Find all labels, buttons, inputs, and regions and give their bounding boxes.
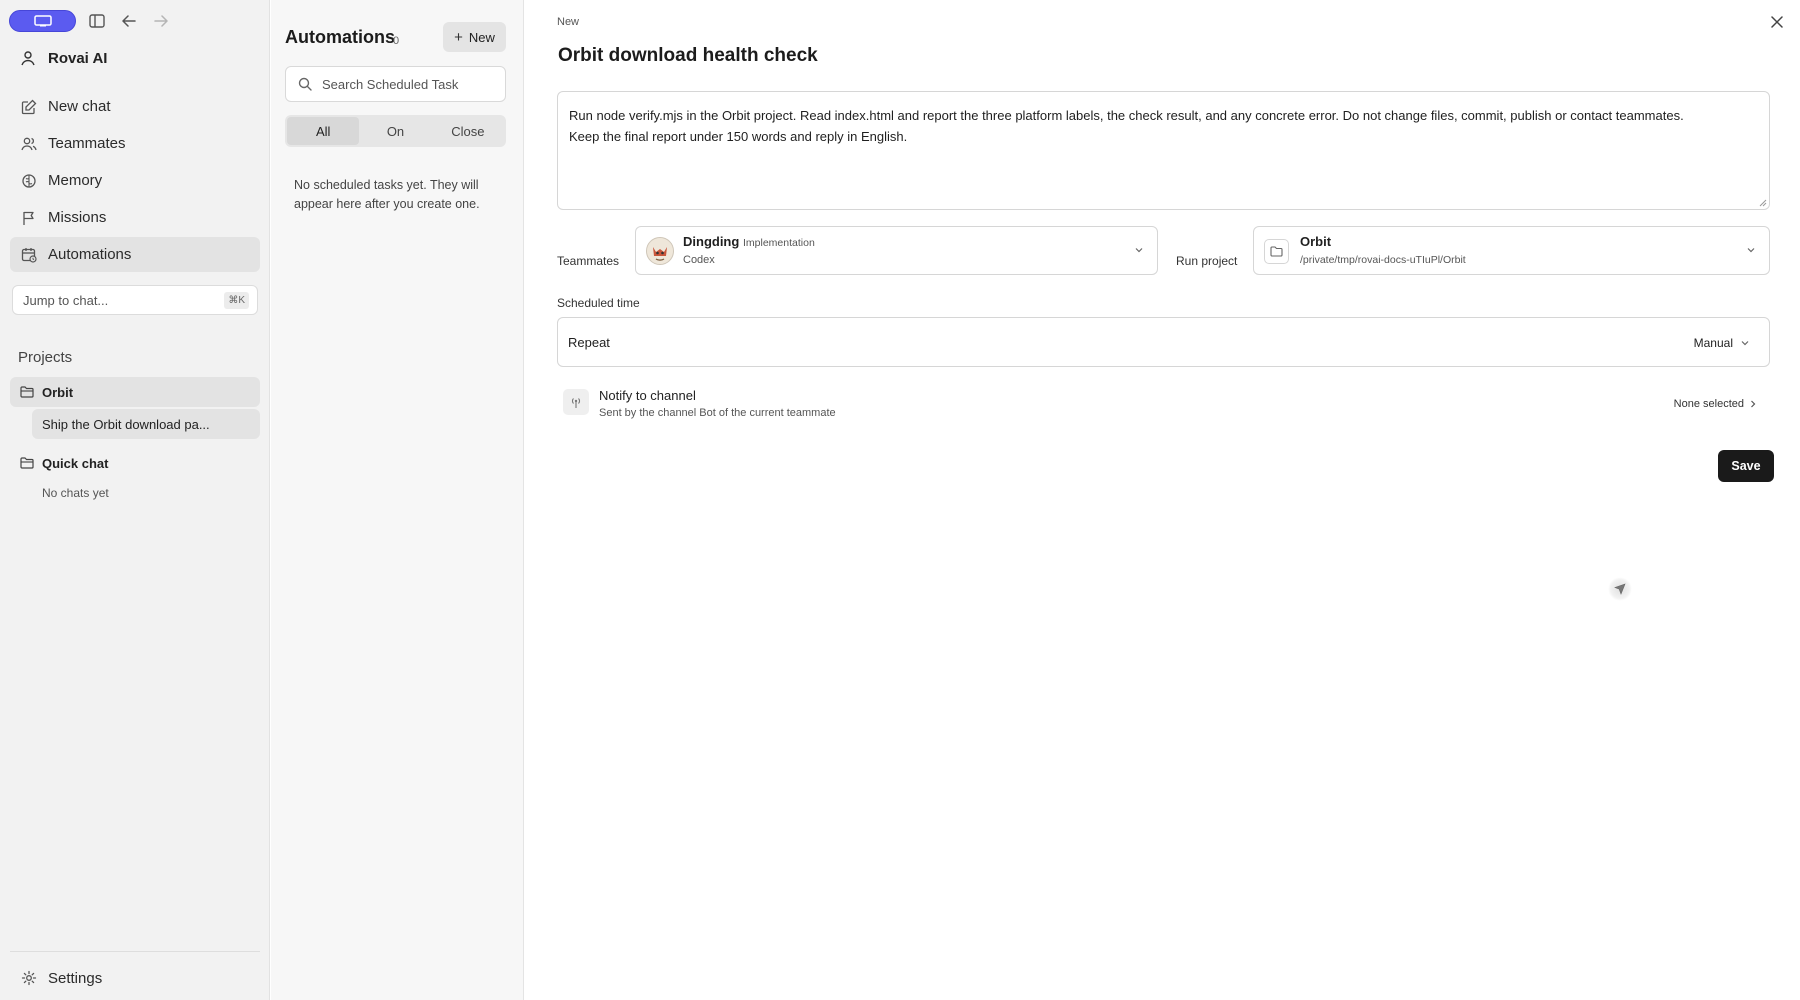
nav-memory[interactable]: Memory bbox=[10, 163, 260, 198]
folder-open-icon bbox=[20, 385, 34, 399]
nav-missions[interactable]: Missions bbox=[10, 200, 260, 235]
nav-label: Automations bbox=[48, 246, 132, 263]
filter-segmented-control: All On Close bbox=[285, 115, 506, 147]
new-label: New bbox=[468, 29, 495, 45]
automations-count: 0 bbox=[393, 35, 400, 47]
prompt-textarea[interactable]: Run node verify.mjs in the Orbit project… bbox=[557, 91, 1770, 210]
users-icon bbox=[21, 136, 37, 152]
filter-on[interactable]: On bbox=[359, 117, 431, 145]
task-title[interactable]: Orbit download health check bbox=[558, 45, 818, 67]
sidebar-nav: New chat Teammates Memory Missions Autom… bbox=[10, 89, 260, 274]
project-name: Orbit bbox=[42, 384, 74, 400]
chevron-down-icon bbox=[1741, 338, 1751, 348]
scheduled-time-label: Scheduled time bbox=[557, 296, 640, 310]
prompt-line: Run node verify.mjs in the Orbit project… bbox=[569, 108, 1684, 123]
notify-channel-row[interactable]: Notify to channel Sent by the channel Bo… bbox=[557, 384, 1770, 426]
filter-all[interactable]: All bbox=[287, 117, 360, 145]
nav-label: Teammates bbox=[48, 135, 126, 152]
nav-new-chat[interactable]: New chat bbox=[10, 89, 260, 124]
sidebar: Rovai AI New chat Teammates Memory Missi… bbox=[0, 0, 270, 1000]
prompt-line: Keep the final report under 150 words an… bbox=[569, 129, 908, 144]
project-orbit[interactable]: Orbit bbox=[10, 377, 260, 407]
teammate-engine: Codex bbox=[683, 254, 715, 266]
nav-teammates[interactable]: Teammates bbox=[10, 126, 260, 161]
teammate-name: Dingding bbox=[683, 234, 740, 249]
workspace-switcher[interactable] bbox=[9, 10, 76, 32]
back-arrow-icon[interactable] bbox=[118, 10, 140, 32]
notify-value: None selected bbox=[1673, 398, 1744, 410]
jump-placeholder: Jump to chat... bbox=[23, 292, 109, 308]
sidebar-toggle-icon[interactable] bbox=[86, 10, 108, 32]
folder-open-icon bbox=[20, 456, 34, 470]
chevron-down-icon bbox=[1747, 245, 1757, 255]
antenna-icon bbox=[563, 389, 589, 415]
project-name: Quick chat bbox=[42, 455, 109, 471]
project-path: /private/tmp/rovai-docs-uTIuPl/Orbit bbox=[1300, 254, 1466, 266]
projects-heading: Projects bbox=[18, 349, 73, 366]
plus-icon: + bbox=[454, 28, 463, 46]
notify-subtitle: Sent by the channel Bot of the current t… bbox=[599, 407, 836, 419]
empty-chats-text: No chats yet bbox=[42, 486, 109, 500]
nav-automations[interactable]: Automations bbox=[10, 237, 260, 272]
gear-icon bbox=[21, 970, 37, 986]
forward-arrow-icon[interactable] bbox=[150, 10, 172, 32]
teammate-select[interactable]: Dingding Implementation Codex bbox=[635, 226, 1158, 275]
user-pin-icon bbox=[20, 49, 38, 67]
jump-to-chat-input[interactable]: Jump to chat... ⌘K bbox=[12, 285, 258, 315]
teammate-role: Implementation bbox=[743, 237, 815, 249]
repeat-label: Repeat bbox=[568, 335, 610, 350]
settings-button[interactable]: Settings bbox=[10, 962, 260, 994]
brain-icon bbox=[21, 173, 37, 189]
resize-handle-icon[interactable] bbox=[1758, 198, 1767, 207]
mouse-cursor-icon bbox=[1608, 577, 1632, 601]
nav-label: New chat bbox=[48, 98, 111, 115]
folder-icon bbox=[1264, 239, 1289, 264]
repeat-value: Manual bbox=[1693, 336, 1733, 350]
nav-label: Memory bbox=[48, 172, 103, 189]
shortcut-badge: ⌘K bbox=[224, 292, 249, 309]
calendar-clock-icon bbox=[21, 247, 37, 263]
project-quick-chat[interactable]: Quick chat bbox=[10, 448, 260, 478]
notify-title: Notify to channel bbox=[599, 388, 696, 403]
project-select[interactable]: Orbit /private/tmp/rovai-docs-uTIuPl/Orb… bbox=[1253, 226, 1770, 275]
brand-name: Rovai AI bbox=[48, 49, 108, 67]
project-name: Orbit bbox=[1300, 234, 1332, 249]
empty-state-text: No scheduled tasks yet. They will appear… bbox=[294, 178, 480, 211]
brand: Rovai AI bbox=[20, 47, 107, 69]
avatar bbox=[646, 237, 674, 265]
nav-label: Missions bbox=[48, 209, 107, 226]
repeat-select[interactable]: Repeat Manual bbox=[557, 317, 1770, 367]
teammates-label: Teammates bbox=[557, 254, 620, 268]
search-box bbox=[285, 66, 506, 102]
new-automation-button[interactable]: + New bbox=[443, 22, 506, 52]
panel-title: Automations bbox=[285, 27, 395, 47]
flag-icon bbox=[21, 210, 37, 226]
search-input[interactable] bbox=[322, 76, 492, 92]
automations-panel: Automations 0 + New All On Close No sche… bbox=[271, 0, 524, 1000]
close-icon[interactable] bbox=[1768, 13, 1786, 31]
save-button[interactable]: Save bbox=[1718, 450, 1774, 482]
desktop-icon bbox=[33, 15, 52, 27]
run-project-label: Run project bbox=[1176, 254, 1238, 268]
automation-editor: New Orbit download health check Run node… bbox=[525, 0, 1800, 1000]
search-icon bbox=[298, 77, 312, 91]
filter-close[interactable]: Close bbox=[432, 117, 504, 145]
breadcrumb: New bbox=[557, 16, 580, 28]
chevron-down-icon bbox=[1135, 245, 1145, 255]
window-toolbar bbox=[9, 10, 172, 32]
settings-label: Settings bbox=[48, 969, 103, 987]
chevron-right-icon bbox=[1750, 398, 1760, 410]
divider bbox=[10, 951, 260, 952]
edit-icon bbox=[21, 99, 37, 115]
chat-item[interactable]: Ship the Orbit download pa... bbox=[32, 409, 260, 439]
